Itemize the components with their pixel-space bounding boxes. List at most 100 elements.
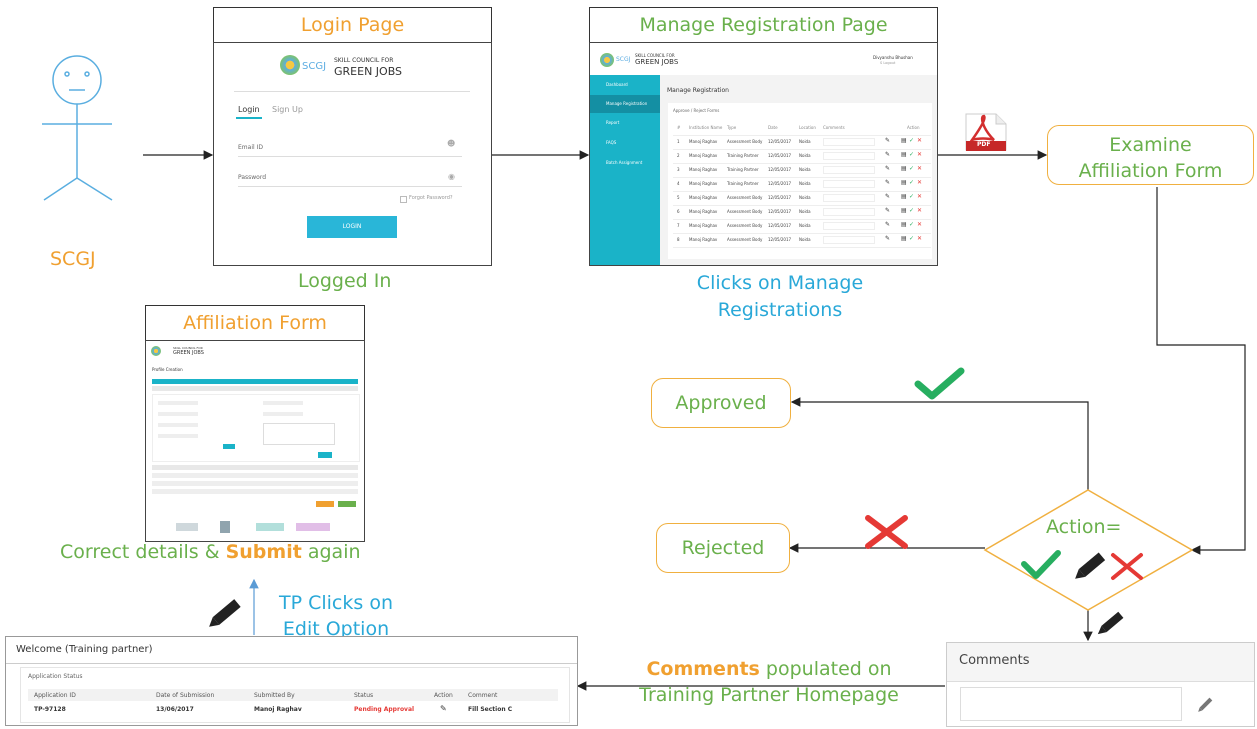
row-approve-icon[interactable]: ✓ (909, 207, 914, 214)
sidebar-item-batch-assignment[interactable]: Batch Assignment (590, 155, 660, 171)
row-name: Manoj Raghav (689, 237, 718, 242)
decision-diamond (983, 489, 1194, 611)
homepage-divider (6, 663, 577, 664)
login-divider (234, 91, 470, 92)
row-doc-icon[interactable]: ▤ (901, 179, 907, 186)
affil-step3-bar (152, 465, 358, 470)
sidebar-item-dashboard[interactable]: Dashboard (590, 77, 660, 93)
affiliation-title: Affiliation Form (145, 305, 365, 341)
row-doc-icon[interactable]: ▤ (901, 165, 907, 172)
comments-panel: Comments (946, 642, 1255, 727)
examine-box: Examine Affiliation Form (1047, 125, 1254, 185)
approved-box: Approved (651, 378, 791, 428)
row-edit-icon[interactable]: ✎ (885, 193, 890, 200)
row-approve-icon[interactable]: ✓ (909, 151, 914, 158)
row-reject-icon[interactable]: ✕ (917, 221, 922, 228)
table-row: 4 Manoj Raghav Training Partner 12/05/2017 N… (673, 177, 931, 192)
forgot-password-link[interactable]: Forgot Password? (409, 195, 453, 201)
login-caption: Logged In (298, 270, 392, 292)
row-num: 3 (677, 167, 680, 172)
row-comment-input[interactable] (823, 236, 875, 244)
row-approve-icon[interactable]: ✓ (909, 165, 914, 172)
row-num: 6 (677, 209, 680, 214)
tab-signup[interactable]: Sign Up (272, 105, 303, 114)
row-type: Assessment Body (727, 237, 763, 242)
homepage-table-header: Application ID Date of Submission Submit… (28, 689, 558, 701)
row-approve-icon[interactable]: ✓ (909, 137, 914, 144)
manage-table-header: # Institution Name Type Date Location Co… (673, 121, 931, 136)
affil-submit-button[interactable] (338, 501, 356, 507)
homepage-table-row: TP-97128 13/06/2017 Manoj Raghav Pending… (28, 703, 558, 717)
row-approve-icon[interactable]: ✓ (909, 235, 914, 242)
row-type: Assessment Body (727, 195, 763, 200)
comments-flow-bold: Comments (646, 658, 760, 680)
sidebar-label: Dashboard (606, 82, 628, 87)
row-doc-icon[interactable]: ▤ (901, 207, 907, 214)
table-row: 8 Manoj Raghav Assessment Body 12/05/2017 No… (673, 233, 931, 248)
tab-login[interactable]: Login (238, 105, 260, 114)
email-field[interactable]: Email ID (238, 144, 462, 157)
hp-row-edit-icon[interactable]: ✎ (440, 704, 447, 713)
hp-col-by: Submitted By (254, 692, 295, 699)
row-doc-icon[interactable]: ▤ (901, 151, 907, 158)
table-row: 1 Manoj Raghav Assessment Body 12/05/2017 No… (673, 135, 931, 150)
row-approve-icon[interactable]: ✓ (909, 193, 914, 200)
row-edit-icon[interactable]: ✎ (885, 151, 890, 158)
row-comment-input[interactable] (823, 180, 875, 188)
arrow-action-approved (790, 397, 1089, 490)
row-location: Noida (799, 181, 811, 186)
manage-sidebar: Dashboard Manage Registration Report FAQ… (590, 75, 660, 265)
comments-input[interactable] (960, 687, 1182, 721)
row-doc-icon[interactable]: ▤ (901, 235, 907, 242)
actor-label: SCGJ (50, 248, 96, 270)
sidebar-item-report[interactable]: Report (590, 115, 660, 131)
affil-caption-pre: Correct details & (60, 541, 226, 563)
row-comment-input[interactable] (823, 222, 875, 230)
row-type: Training Partner (727, 181, 759, 186)
row-reject-icon[interactable]: ✕ (917, 165, 922, 172)
comments-edit-icon[interactable] (1197, 693, 1217, 713)
row-date: 12/05/2017 (768, 181, 792, 186)
row-reject-icon[interactable]: ✕ (917, 137, 922, 144)
password-field[interactable]: Password (238, 174, 462, 187)
row-edit-icon[interactable]: ✎ (885, 235, 890, 242)
login-button[interactable]: LOGIN (307, 216, 397, 238)
row-reject-icon[interactable]: ✕ (917, 235, 922, 242)
sidebar-item-manage-registration[interactable]: Manage Registration (590, 95, 660, 113)
row-edit-icon[interactable]: ✎ (885, 137, 890, 144)
row-doc-icon[interactable]: ▤ (901, 137, 907, 144)
cross-icon (865, 515, 908, 549)
manage-caption-text: Clicks on Manage Registrations (696, 272, 864, 321)
row-comment-input[interactable] (823, 152, 875, 160)
row-doc-icon[interactable]: ▤ (901, 193, 907, 200)
row-reject-icon[interactable]: ✕ (917, 193, 922, 200)
row-edit-icon[interactable]: ✎ (885, 179, 890, 186)
row-comment-input[interactable] (823, 138, 875, 146)
row-approve-icon[interactable]: ✓ (909, 221, 914, 228)
row-edit-icon[interactable]: ✎ (885, 165, 890, 172)
row-doc-icon[interactable]: ▤ (901, 221, 907, 228)
row-date: 12/05/2017 (768, 237, 792, 242)
hp-col-action: Action (434, 692, 453, 699)
affil-save-button[interactable] (316, 501, 334, 507)
row-edit-icon[interactable]: ✎ (885, 221, 890, 228)
login-logo-icon (280, 55, 300, 75)
row-date: 12/05/2017 (768, 153, 792, 158)
row-edit-icon[interactable]: ✎ (885, 207, 890, 214)
sidebar-item-faqs[interactable]: FAQS (590, 135, 660, 151)
row-approve-icon[interactable]: ✓ (909, 179, 914, 186)
forgot-checkbox[interactable] (400, 196, 407, 203)
rejected-box: Rejected (656, 523, 790, 573)
row-comment-input[interactable] (823, 166, 875, 174)
tp-clicks-text: TP Clicks on Edit Option (266, 590, 406, 642)
row-reject-icon[interactable]: ✕ (917, 179, 922, 186)
row-comment-input[interactable] (823, 208, 875, 216)
row-comment-input[interactable] (823, 194, 875, 202)
manage-user-name: Divyanshu Bhushan (873, 55, 913, 60)
row-reject-icon[interactable]: ✕ (917, 207, 922, 214)
row-reject-icon[interactable]: ✕ (917, 151, 922, 158)
row-num: 5 (677, 195, 680, 200)
tp-clicks-line1: TP Clicks on (279, 592, 393, 614)
edit-pencil-icon (209, 599, 241, 627)
row-num: 8 (677, 237, 680, 242)
